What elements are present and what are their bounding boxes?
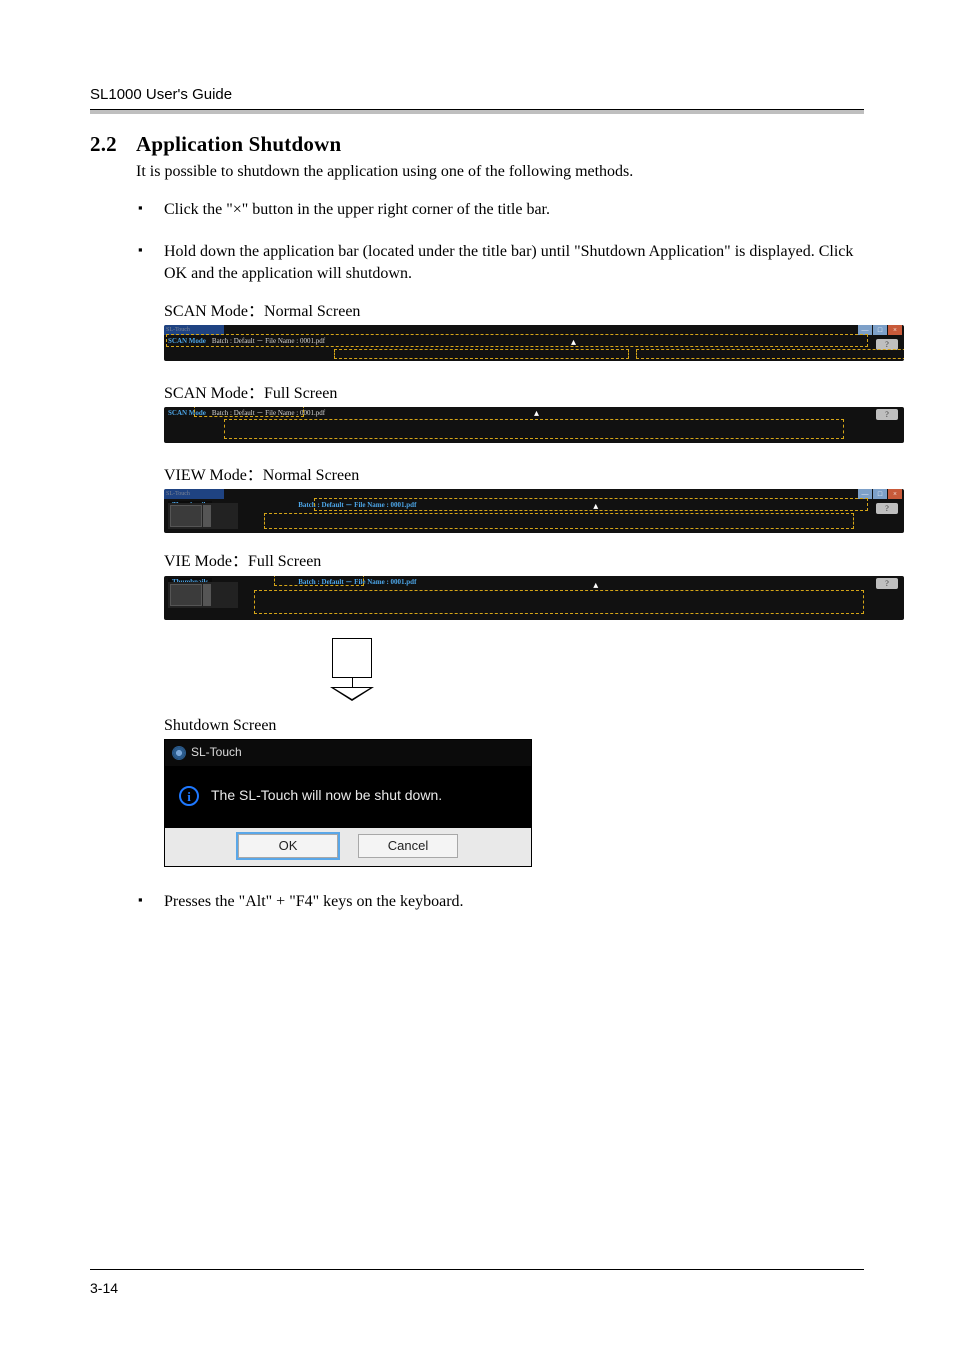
thumbnail-strip[interactable] [168,503,238,529]
dialog-message: The SL-Touch will now be shut down. [211,786,442,805]
method-item: Click the "×" button in the upper right … [136,199,864,221]
dialog-title-text: SL-Touch [191,744,242,761]
batch-info: Batch : Default － File Name : 0001.pdf [212,409,325,419]
window-controls: — □ × [858,325,902,335]
shutdown-screen-label: Shutdown Screen [164,715,864,737]
window-min-button[interactable]: — [858,325,872,335]
section-number: 2.2 [90,132,136,157]
arrow-head-icon [330,687,374,701]
cursor-icon: ▴ [534,410,540,418]
section-intro: It is possible to shutdown the applicati… [136,163,864,181]
app-status-bar[interactable]: SCAN Mode Batch : Default － File Name : … [164,335,904,348]
batch-indicator: Batch : Default － File Name : 0001.pdf [294,501,420,511]
arrow-down-figure [324,638,380,701]
header-rule [90,109,864,114]
window-min-button[interactable]: — [858,489,872,499]
help-button[interactable]: ? [876,409,898,420]
highlight-ruler-right [636,349,904,359]
doc-header: SL1000 User's Guide [90,86,864,103]
shutdown-dialog: SL-Touch i The SL-Touch will now be shut… [164,739,532,867]
dialog-footer: OK Cancel [165,828,531,866]
appbar-scan-normal: SL-Touch — □ × SCAN Mode Batch : Default… [164,325,904,361]
gear-icon [173,747,185,759]
appbar-view-normal: SL-Touch — □ × Thumbnails Batch : Defaul… [164,489,904,533]
highlight-lower [264,513,854,529]
dialog-titlebar[interactable]: SL-Touch [165,740,531,766]
arrow-box [332,638,372,678]
help-button[interactable]: ? [876,339,898,350]
window-close-button[interactable]: × [888,489,902,499]
window-titlebar[interactable]: SL-Touch [164,489,224,499]
mode-label-scan-full: SCAN Mode：Full Screen [164,383,864,405]
mode-label-view-normal: VIEW Mode：Normal Screen [164,465,864,487]
mode-label-view-full: VIE Mode：Full Screen [164,551,864,573]
window-max-button[interactable]: □ [873,325,887,335]
help-button[interactable]: ? [876,578,898,589]
info-icon: i [179,786,199,806]
appbar-scan-full: SCAN Mode Batch : Default － File Name : … [164,407,904,443]
mode-indicator: SCAN Mode [168,409,206,419]
highlight-wide [224,419,844,439]
cursor-icon: ▴ [593,582,599,590]
thumbnail-strip[interactable] [168,582,238,608]
help-button[interactable]: ? [876,503,898,514]
thumbnail-scroll[interactable] [203,505,211,527]
footer-rule [90,1269,864,1270]
thumbnail-item[interactable] [170,584,202,606]
ok-button[interactable]: OK [238,834,338,858]
cancel-button[interactable]: Cancel [358,834,458,858]
method-item: Hold down the application bar (located u… [136,241,864,867]
window-max-button[interactable]: □ [873,489,887,499]
mode-label-scan-normal: SCAN Mode：Normal Screen [164,301,864,323]
thumbnail-item[interactable] [170,505,202,527]
highlight-ruler-left [334,349,629,359]
batch-info: Batch : Default － File Name : 0001.pdf [212,337,325,347]
method-text: Hold down the application bar (located u… [164,243,853,282]
dialog-body: i The SL-Touch will now be shut down. [165,766,531,828]
appbar-view-full: Thumbnails Batch : Default － File Name :… [164,576,904,620]
window-titlebar[interactable]: SL-Touch [164,325,224,335]
section-title: Application Shutdown [136,132,341,156]
section-heading: 2.2Application Shutdown [90,132,864,157]
method-item: Presses the "Alt" + "F4" keys on the key… [136,891,864,913]
batch-indicator: Batch : Default － File Name : 0001.pdf [294,578,420,588]
thumbnail-scroll[interactable] [203,584,211,606]
cursor-icon: ▴ [593,503,599,511]
window-close-button[interactable]: × [888,325,902,335]
window-controls: — □ × [858,489,902,499]
highlight-wide [254,590,864,614]
cursor-icon: ▴ [571,339,577,347]
mode-indicator: SCAN Mode [168,337,206,347]
page-number: 3-14 [90,1280,118,1296]
